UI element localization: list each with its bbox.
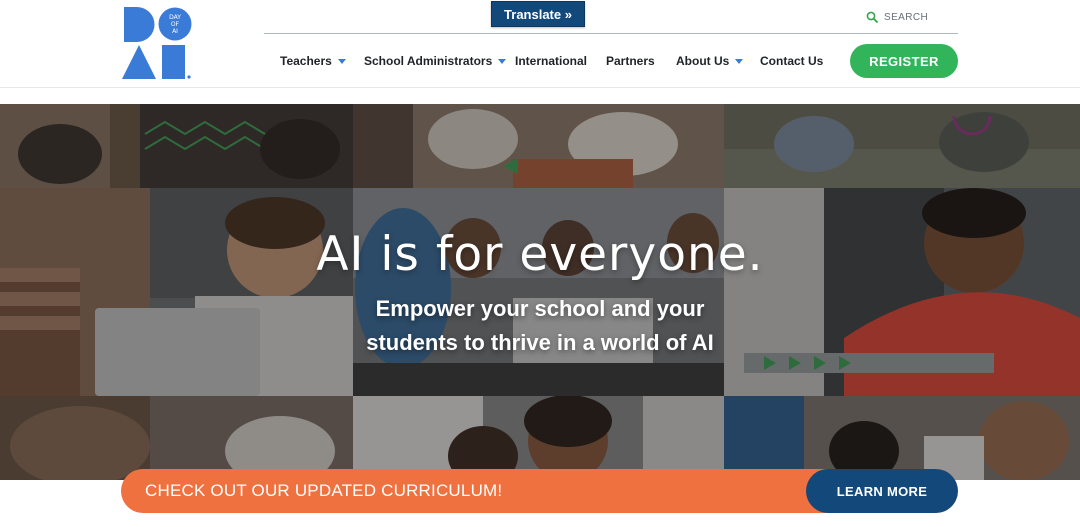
search-input[interactable]: SEARCH bbox=[866, 9, 966, 25]
curriculum-banner-text: CHECK OUT OUR UPDATED CURRICULUM! bbox=[145, 481, 503, 500]
nav-item-school-administrators[interactable]: School Administrators bbox=[364, 53, 507, 69]
translate-button[interactable]: Translate » bbox=[491, 1, 585, 27]
svg-text:OF: OF bbox=[171, 21, 180, 28]
site-header: DAY OF AI Translate » SEARCH Teachers Sc… bbox=[0, 0, 1080, 88]
hero-subtitle: students to thrive in a world of AI bbox=[366, 330, 714, 355]
nav-divider bbox=[264, 33, 958, 34]
nav-item-label: International bbox=[515, 54, 588, 68]
nav-item-teachers[interactable]: Teachers bbox=[280, 53, 346, 69]
learn-more-button[interactable]: LEARN MORE bbox=[806, 469, 958, 513]
day-of-ai-logo[interactable]: DAY OF AI bbox=[122, 7, 192, 79]
caret-down-icon bbox=[337, 59, 346, 64]
curriculum-banner[interactable]: CHECK OUT OUR UPDATED CURRICULUM! LEARN … bbox=[121, 469, 958, 513]
nav-item-label: Teachers bbox=[280, 54, 332, 68]
nav-item-label: Partners bbox=[606, 54, 655, 68]
nav-item-label: About Us bbox=[676, 54, 730, 68]
hero-subtitle: Empower your school and your bbox=[375, 296, 705, 321]
hero-section: AI is for everyone. Empower your school … bbox=[0, 104, 1080, 480]
nav-item-label: School Administrators bbox=[364, 54, 493, 68]
search-icon bbox=[866, 11, 878, 23]
search-placeholder: SEARCH bbox=[884, 11, 929, 23]
register-button[interactable]: REGISTER bbox=[850, 44, 958, 78]
nav-item-international[interactable]: International bbox=[515, 53, 587, 69]
svg-text:DAY: DAY bbox=[169, 14, 181, 21]
caret-down-icon bbox=[735, 59, 744, 64]
caret-down-icon bbox=[498, 59, 507, 64]
nav-item-about-us[interactable]: About Us bbox=[676, 53, 744, 69]
nav-item-label: Contact Us bbox=[760, 54, 824, 68]
svg-text:AI: AI bbox=[172, 28, 178, 35]
nav-item-contact-us[interactable]: Contact Us bbox=[760, 53, 823, 69]
hero-title: AI is for everyone. bbox=[316, 227, 764, 282]
nav-item-partners[interactable]: Partners bbox=[606, 53, 655, 69]
hero-overlay bbox=[0, 104, 1080, 480]
